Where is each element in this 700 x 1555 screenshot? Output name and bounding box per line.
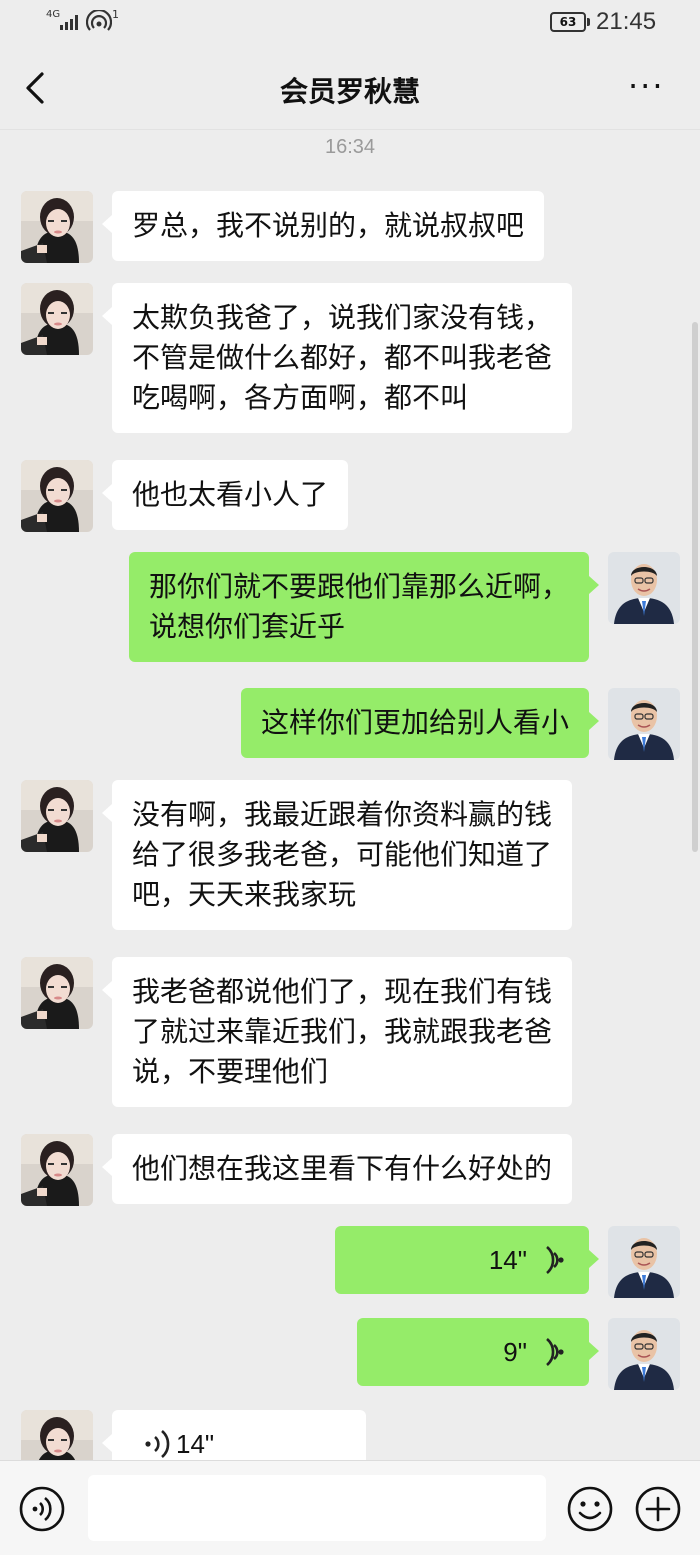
signal-icon [60,14,82,30]
message-text-line: 我老爸都说他们了，现在我们有钱 [132,975,553,1008]
message-bubble-incoming[interactable]: 太欺负我爸了，说我们家没有钱， 不管是做什么都好，都不叫我老爸 吃喝啊，各方面啊… [101,283,573,433]
voice-message-outgoing[interactable]: 14" [335,1226,599,1294]
my-avatar[interactable] [608,1318,680,1390]
message-text: 他们想在我这里看下有什么好处的 [132,1152,553,1185]
message-bubble-incoming[interactable]: 我老爸都说他们了，现在我们有钱 了就过来靠近我们，我就跟我老爸 说，不要理他们 [101,957,573,1107]
battery-icon: 63 [550,12,590,32]
message-bubble-incoming[interactable]: 他们想在我这里看下有什么好处的 [101,1134,573,1204]
message-bubble-incoming[interactable]: 没有啊，我最近跟着你资料赢的钱 给了很多我老爸，可能他们知道了 吧，天天来我家玩 [101,780,573,930]
emoji-icon[interactable] [566,1485,614,1533]
message-text-line: 吧，天天来我家玩 [132,878,357,911]
message-text-line: 不管是做什么都好，都不叫我老爸 [132,341,553,374]
contact-avatar[interactable] [21,283,93,355]
network-type: 4G [46,9,61,20]
voice-duration: 9" [503,1337,527,1367]
message-text-line: 说，不要理他们 [132,1055,329,1088]
status-bar: 4G 1 63 21:45 [0,0,700,44]
message-bubble-incoming[interactable]: 他也太看小人了 [101,460,349,530]
message-text-line: 太欺负我爸了，说我们家没有钱， [132,301,553,334]
message-text-line: 那你们就不要跟他们靠那么近啊， [148,570,569,603]
chevron-left-icon[interactable] [22,66,52,110]
plus-icon[interactable] [634,1485,682,1533]
voice-duration: 14" [176,1429,215,1459]
contact-avatar[interactable] [21,957,93,1029]
more-dots-icon[interactable]: ··· [628,70,670,102]
message-timestamp: 16:34 [324,136,376,158]
voice-wave-icon [144,1428,170,1460]
message-text-line: 吃喝啊，各方面啊，都不叫 [132,381,469,414]
message-bubble-outgoing[interactable]: 这样你们更加给别人看小 [240,688,600,758]
message-text: 罗总，我不说别的，就说叔叔吧 [132,209,525,242]
message-bubble-outgoing[interactable]: 那你们就不要跟他们靠那么近啊， 说想你们套近乎 [128,552,600,662]
my-avatar[interactable] [608,688,680,760]
scrollbar[interactable] [692,322,698,852]
contact-avatar[interactable] [21,1134,93,1206]
input-bar [0,1460,700,1555]
message-bubble-incoming[interactable]: 罗总，我不说别的，就说叔叔吧 [101,191,545,261]
contact-avatar[interactable] [21,460,93,532]
contact-avatar[interactable] [21,780,93,852]
page-title: 会员罗秋慧 [279,75,420,108]
signal-superscript: 1 [112,8,119,21]
voice-duration: 14" [488,1245,527,1275]
voice-icon[interactable] [18,1485,66,1533]
message-text: 他也太看小人了 [132,478,329,511]
message-text-line: 了就过来靠近我们，我就跟我老爸 [132,1015,553,1048]
voice-message-outgoing[interactable]: 9" [357,1318,599,1386]
clock: 21:45 [596,8,657,35]
my-avatar[interactable] [608,1226,680,1298]
message-text-line: 说想你们套近乎 [148,610,345,643]
hotspot-icon [86,10,112,31]
voice-wave-icon [539,1336,565,1368]
voice-wave-icon [539,1244,565,1276]
my-avatar[interactable] [608,552,680,624]
message-text: 这样你们更加给别人看小 [260,706,569,739]
contact-avatar[interactable] [21,191,93,263]
message-input[interactable] [88,1475,546,1541]
chat-header: 会员罗秋慧 ··· [0,50,700,130]
message-text-line: 给了很多我老爸，可能他们知道了 [132,838,553,871]
message-text-line: 没有啊，我最近跟着你资料赢的钱 [132,798,553,831]
